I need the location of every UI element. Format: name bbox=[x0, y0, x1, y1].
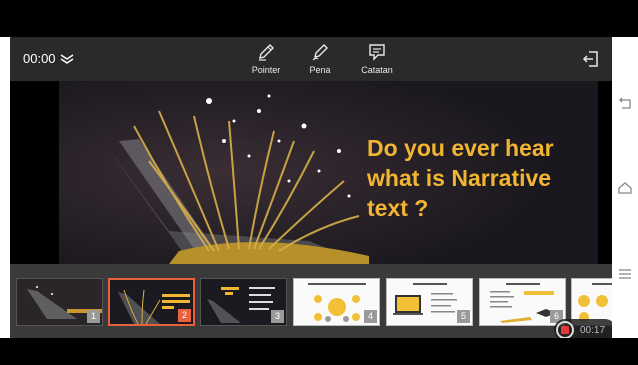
current-slide[interactable]: Do you ever hear what is Narrative text … bbox=[59, 81, 598, 264]
slide-thumbnail[interactable]: 5 bbox=[386, 278, 473, 326]
tool-label: Pointer bbox=[251, 65, 281, 75]
home-icon[interactable] bbox=[616, 179, 634, 197]
slide-number: 5 bbox=[457, 310, 470, 323]
pointer-tool-button[interactable]: Pointer bbox=[240, 42, 292, 75]
timer-value: 00:00 bbox=[23, 51, 56, 66]
slide-thumbnail-active[interactable]: 2 bbox=[108, 278, 195, 326]
tool-label: Pena bbox=[309, 65, 331, 75]
recording-time: 00:17 bbox=[580, 324, 606, 336]
presenter-toolbar: 00:00 Pointer Pena Catatan bbox=[10, 37, 612, 81]
slide-thumbnail[interactable]: 3 bbox=[200, 278, 287, 326]
status-bar-area bbox=[0, 0, 638, 37]
slide-number: 1 bbox=[87, 310, 100, 323]
slide-number: 4 bbox=[364, 310, 377, 323]
slide-number: 3 bbox=[271, 310, 284, 323]
bottom-bar-area bbox=[0, 338, 638, 365]
pen-tool-button[interactable]: Pena bbox=[294, 42, 346, 75]
back-icon[interactable] bbox=[616, 95, 634, 113]
chevron-down-icon bbox=[60, 53, 73, 64]
tool-label: Catatan bbox=[361, 65, 393, 75]
slide-title: Do you ever hear what is Narrative text … bbox=[367, 135, 554, 221]
slide-thumbnail-strip[interactable]: 1 2 3 4 5 6 00:17 bbox=[10, 264, 612, 338]
notes-icon bbox=[369, 44, 385, 61]
notes-tool-button[interactable]: Catatan bbox=[351, 42, 403, 75]
presenter-view: 00:00 Pointer Pena Catatan Do you ever h… bbox=[10, 37, 612, 338]
slide-thumbnail[interactable]: 4 bbox=[293, 278, 380, 326]
stop-record-icon[interactable] bbox=[556, 321, 574, 338]
marker-icon bbox=[312, 44, 328, 61]
slide-thumbnail[interactable]: 1 bbox=[16, 278, 103, 326]
menu-icon[interactable] bbox=[616, 265, 634, 283]
recording-indicator[interactable]: 00:17 bbox=[554, 319, 612, 338]
system-navigation-bar bbox=[612, 37, 638, 338]
slide-thumbnail[interactable]: 6 bbox=[479, 278, 566, 326]
pen-icon bbox=[259, 44, 274, 61]
exit-icon[interactable] bbox=[581, 49, 601, 69]
slide-number: 2 bbox=[178, 309, 191, 322]
timer-dropdown[interactable]: 00:00 bbox=[23, 51, 74, 66]
